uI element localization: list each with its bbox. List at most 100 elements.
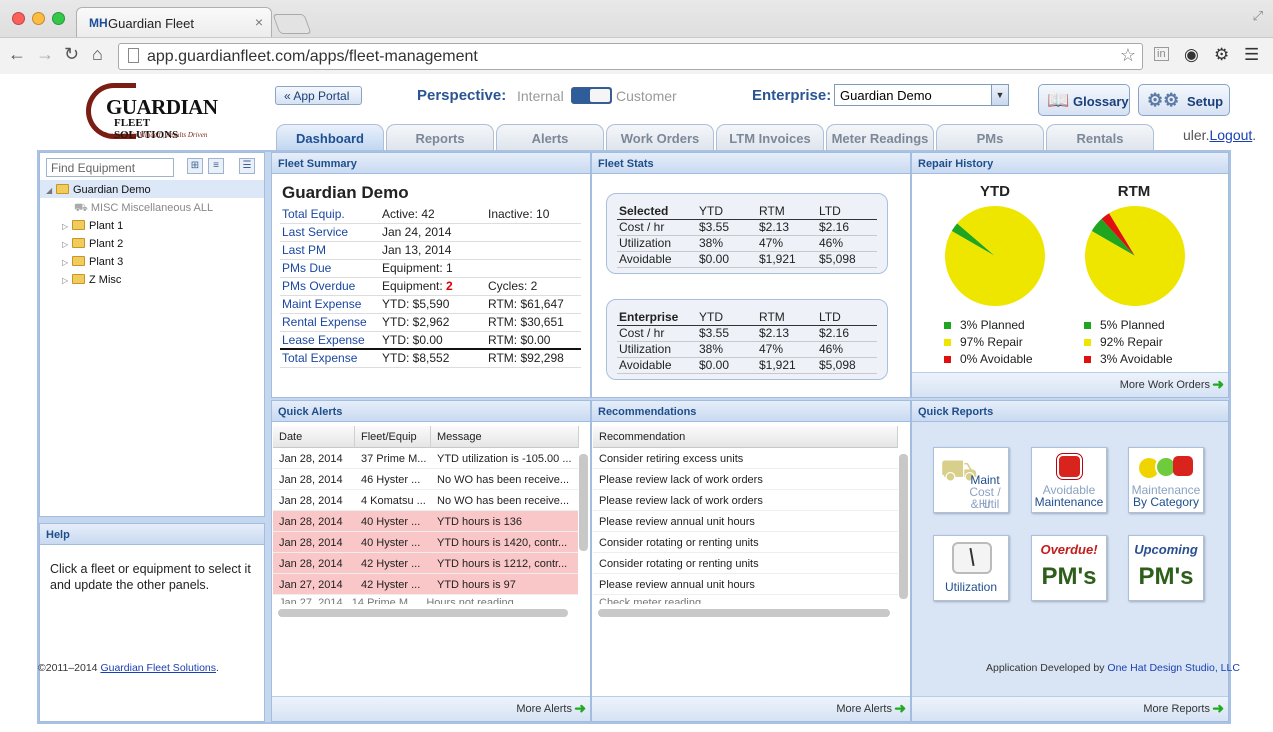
summary-value: Equipment: 1: [380, 259, 486, 278]
collapse-list-icon[interactable]: ≡: [208, 158, 224, 174]
recommendation-row[interactable]: Please review lack of work orders: [593, 490, 898, 511]
alert-row[interactable]: Jan 28, 2014 4 Komatsu ... No WO has been …: [273, 490, 578, 511]
tab-ltm-invoices[interactable]: LTM Invoices: [716, 124, 824, 150]
recommendation-row[interactable]: Please review annual unit hours: [593, 574, 898, 595]
tree-node-root[interactable]: ◢ Guardian Demo: [46, 184, 151, 196]
back-icon[interactable]: ←: [8, 44, 26, 65]
summary-key-link[interactable]: PMs Due: [280, 259, 380, 278]
tab-pms[interactable]: PMs: [936, 124, 1044, 150]
minimize-window-button[interactable]: [32, 12, 45, 25]
find-equipment-input[interactable]: Find Equipment: [46, 158, 174, 177]
alert-row[interactable]: Jan 27, 2014 42 Hyster ... YTD hours is 97: [273, 574, 578, 595]
collapsed-triangle-icon[interactable]: ▷: [62, 276, 72, 285]
tab-rentals[interactable]: Rentals: [1046, 124, 1154, 150]
summary-key-link[interactable]: Lease Expense: [280, 331, 380, 350]
app-portal-button[interactable]: « App Portal: [275, 86, 362, 105]
reload-icon[interactable]: ↻: [64, 44, 79, 65]
tree-node-zmisc[interactable]: ▷ Z Misc: [62, 274, 121, 286]
summary-key-link[interactable]: PMs Overdue: [280, 277, 380, 296]
alerts-horizontal-scrollbar[interactable]: [278, 609, 568, 617]
tree-node-plant3[interactable]: ▷ Plant 3: [62, 256, 123, 268]
linkedin-extension-icon[interactable]: in: [1154, 47, 1169, 61]
col-message[interactable]: Message: [431, 426, 579, 448]
tree-node-misc[interactable]: ⛟ MISC Miscellaneous ALL: [74, 202, 213, 216]
setup-button[interactable]: ⚙⚙ Setup: [1138, 84, 1230, 116]
perspective-toggle[interactable]: [571, 87, 612, 104]
recommendations-vertical-scrollbar[interactable]: [899, 454, 908, 599]
summary-key-link[interactable]: Maint Expense: [280, 295, 380, 314]
glossary-button[interactable]: 📖 Glossary: [1038, 84, 1130, 116]
perspective-customer[interactable]: Customer: [616, 88, 677, 104]
arrow-right-icon[interactable]: ➜: [894, 700, 906, 717]
forward-icon[interactable]: →: [36, 44, 54, 65]
recommendation-row[interactable]: Consider rotating or renting units: [593, 532, 898, 553]
enterprise-select[interactable]: Guardian Demo ▼: [834, 84, 1009, 106]
report-avoidable-maintenance[interactable]: Avoidable Maintenance: [1031, 447, 1107, 513]
report-upcoming-pms[interactable]: Upcoming PM's: [1128, 535, 1204, 601]
collapsed-triangle-icon[interactable]: ▷: [62, 240, 72, 249]
recommendation-row[interactable]: Please review lack of work orders: [593, 469, 898, 490]
browser-tab[interactable]: MH Guardian Fleet ×: [76, 7, 272, 37]
alert-row[interactable]: Jan 28, 2014 37 Prime M... YTD utilization…: [273, 448, 578, 469]
recommendation-row[interactable]: Consider retiring excess units: [593, 448, 898, 469]
more-alerts-link[interactable]: More Alerts: [836, 703, 892, 715]
tree-node-plant2[interactable]: ▷ Plant 2: [62, 238, 123, 250]
recommendation-row[interactable]: Consider rotating or renting units: [593, 553, 898, 574]
recommendation-text: Consider rotating or renting units: [599, 537, 759, 549]
report-overdue-pms[interactable]: Overdue! PM's: [1031, 535, 1107, 601]
recommendations-horizontal-scrollbar[interactable]: [598, 609, 890, 617]
report-utilization[interactable]: Utilization: [933, 535, 1009, 601]
tab-work-orders[interactable]: Work Orders: [606, 124, 714, 150]
col-date[interactable]: Date: [273, 426, 355, 448]
perspective-internal[interactable]: Internal: [517, 88, 564, 104]
summary-key-link[interactable]: Last Service: [280, 223, 380, 242]
alert-row[interactable]: Jan 28, 2014 46 Hyster ... No WO has been …: [273, 469, 578, 490]
collapsed-triangle-icon[interactable]: ▷: [62, 222, 72, 231]
col-fleet-equip[interactable]: Fleet/Equip: [355, 426, 431, 448]
tab-meter-readings[interactable]: Meter Readings: [826, 124, 934, 150]
fullscreen-icon[interactable]: ⤢: [1253, 8, 1263, 24]
extension-icon[interactable]: ◉: [1184, 45, 1199, 65]
chevron-down-icon[interactable]: ▼: [991, 85, 1008, 105]
close-window-button[interactable]: [12, 12, 25, 25]
tree-node-plant1[interactable]: ▷ Plant 1: [62, 220, 123, 232]
report-label: & Util: [970, 497, 1000, 511]
list-view-icon[interactable]: ☰: [239, 158, 255, 174]
alerts-vertical-scrollbar[interactable]: [579, 454, 588, 551]
new-tab-button[interactable]: [272, 14, 312, 34]
more-reports-link[interactable]: More Reports: [1143, 703, 1210, 715]
summary-key-link[interactable]: Total Expense: [280, 348, 380, 368]
summary-key-link[interactable]: Rental Expense: [280, 313, 380, 332]
menu-icon[interactable]: ☰: [1244, 45, 1259, 65]
zoom-window-button[interactable]: [52, 12, 65, 25]
tab-dashboard[interactable]: Dashboard: [276, 124, 384, 150]
address-bar[interactable]: app.guardianfleet.com/apps/fleet-managem…: [118, 43, 1143, 70]
arrow-right-icon[interactable]: ➜: [1212, 376, 1224, 393]
col-recommendation[interactable]: Recommendation: [593, 426, 898, 448]
arrow-right-icon[interactable]: ➜: [1212, 700, 1224, 717]
company-link[interactable]: Guardian Fleet Solutions: [100, 662, 216, 674]
tab-alerts[interactable]: Alerts: [496, 124, 604, 150]
stats-cell: $2.16: [817, 219, 877, 236]
home-icon[interactable]: ⌂: [92, 44, 103, 65]
expand-all-icon[interactable]: ⊞: [187, 158, 203, 174]
bookmark-star-icon[interactable]: ☆: [1120, 45, 1136, 66]
tab-reports[interactable]: Reports: [386, 124, 494, 150]
recommendation-row[interactable]: Please review annual unit hours: [593, 511, 898, 532]
summary-key-link[interactable]: Total Equip.: [280, 205, 380, 224]
alert-row[interactable]: Jan 28, 2014 40 Hyster ... YTD hours is 13…: [273, 511, 578, 532]
collapsed-triangle-icon[interactable]: ▷: [62, 258, 72, 267]
stats-cell: Utilization: [617, 341, 697, 358]
more-alerts-link[interactable]: More Alerts: [516, 703, 572, 715]
arrow-right-icon[interactable]: ➜: [574, 700, 586, 717]
browser-toolbar: ← → ↻ ⌂ app.guardianfleet.com/apps/fleet…: [0, 37, 1273, 74]
alert-row[interactable]: Jan 28, 2014 40 Hyster ... YTD hours is 14…: [273, 532, 578, 553]
summary-key-link[interactable]: Last PM: [280, 241, 380, 260]
settings-gear-icon[interactable]: ⚙: [1214, 45, 1229, 65]
logout-link[interactable]: Logout: [1209, 127, 1252, 143]
alert-row[interactable]: Jan 28, 2014 42 Hyster ... YTD hours is 12…: [273, 553, 578, 574]
close-tab-icon[interactable]: ×: [255, 14, 263, 30]
report-maint-cost-util[interactable]: ⛟ Maint Cost / Hr & Util: [933, 447, 1009, 513]
report-maintenance-by-category[interactable]: Maintenance By Category: [1128, 447, 1204, 513]
more-work-orders-link[interactable]: More Work Orders: [1120, 379, 1210, 391]
